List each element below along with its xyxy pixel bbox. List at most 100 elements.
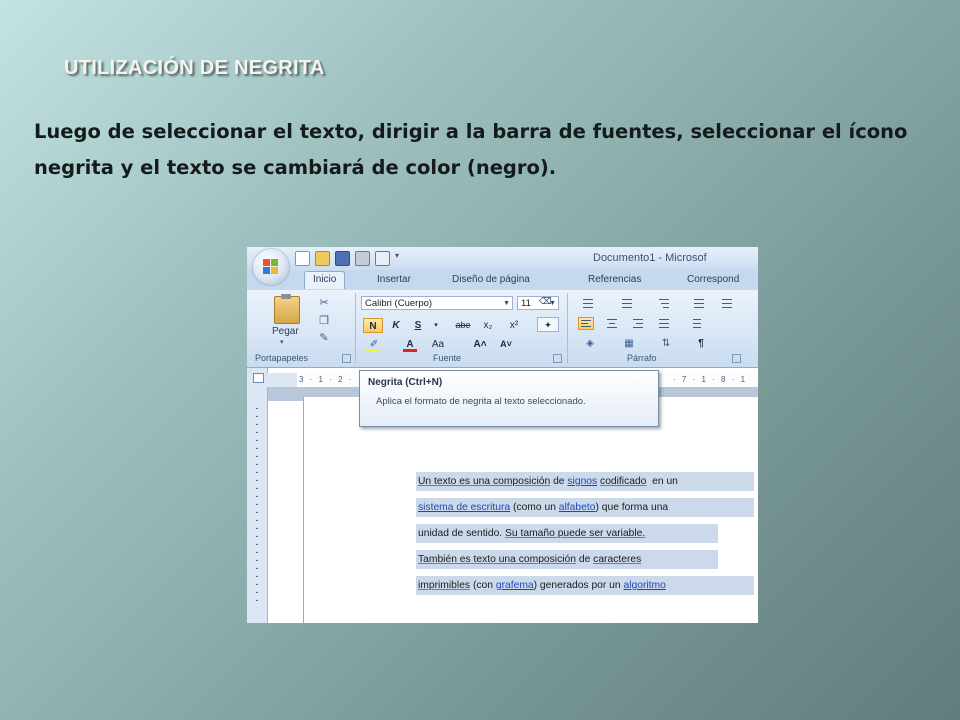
tab-selector-icon[interactable]: [253, 373, 264, 383]
print-icon[interactable]: [355, 251, 370, 266]
shrink-font-button[interactable]: A˅: [495, 337, 517, 352]
bold-button[interactable]: N: [363, 318, 383, 333]
text-run: ) que forma una: [595, 502, 669, 513]
shading-icon[interactable]: ◈: [580, 336, 600, 351]
increase-indent-icon[interactable]: [719, 296, 735, 309]
text-run: imprimibles: [418, 580, 471, 591]
align-right-icon[interactable]: [630, 317, 646, 330]
italic-button[interactable]: K: [387, 318, 405, 333]
font-color-icon[interactable]: A: [401, 337, 419, 352]
font-size-value: 11: [521, 298, 531, 309]
document-text-line[interactable]: sistema de escritura (como un alfabeto) …: [416, 498, 754, 517]
paste-button-label[interactable]: Pegar: [272, 326, 299, 337]
text-run: en un: [646, 476, 678, 487]
vertical-ruler: [247, 368, 268, 623]
text-run: caracteres: [593, 554, 642, 565]
document-text-line[interactable]: unidad de sentido. Su tamaño puede ser v…: [416, 524, 718, 543]
text-run: de: [575, 554, 594, 565]
superscript-button[interactable]: x²: [505, 318, 523, 333]
font-name-value: Calibri (Cuerpo): [365, 298, 433, 309]
format-painter-icon[interactable]: ✎: [317, 332, 331, 344]
text-run: Su tamaño puede ser variable.: [505, 528, 646, 539]
print-preview-icon[interactable]: [375, 251, 390, 266]
subscript-button[interactable]: x₂: [479, 318, 497, 333]
hyperlink-text[interactable]: sistema de escritura: [418, 502, 510, 513]
text-run: codificado: [600, 476, 647, 487]
save-icon[interactable]: [335, 251, 350, 266]
bullets-icon[interactable]: [580, 296, 596, 309]
grow-font-button[interactable]: A˄: [469, 337, 491, 352]
decrease-indent-icon[interactable]: [691, 296, 707, 309]
text-run: de: [550, 476, 568, 487]
show-marks-icon[interactable]: ¶: [691, 336, 711, 351]
align-center-icon[interactable]: [604, 317, 620, 330]
document-text-line[interactable]: Un texto es una composición de signos co…: [416, 472, 754, 491]
office-button[interactable]: [253, 249, 289, 285]
text-run: ) generados por un: [533, 580, 624, 591]
strikethrough-button[interactable]: abe: [451, 318, 475, 333]
copy-icon[interactable]: ❐: [317, 315, 331, 327]
group-label-parrafo: Párrafo: [627, 353, 657, 363]
word-screenshot: ▾ Documento1 - Microsof Inicio Insertar …: [247, 247, 758, 623]
font-launcher-icon[interactable]: [553, 354, 562, 363]
slide-body-text: Luego de seleccionar el texto, dirigir a…: [34, 120, 908, 179]
new-document-icon[interactable]: [295, 251, 310, 266]
underline-dropdown-icon[interactable]: ▾: [431, 318, 441, 333]
group-separator: [567, 293, 568, 363]
paste-dropdown-icon[interactable]: ▾: [280, 338, 284, 346]
bold-tooltip: Negrita (Ctrl+N) Aplica el formato de ne…: [359, 370, 659, 427]
highlight-color-icon[interactable]: ✐: [363, 337, 385, 352]
window-title: Documento1 - Microsof: [593, 252, 707, 264]
sort-icon[interactable]: ⇅: [656, 336, 676, 351]
group-separator: [355, 293, 356, 363]
document-text-line[interactable]: También es texto una composición de cara…: [416, 550, 718, 569]
hyperlink-text[interactable]: grafema: [496, 580, 534, 591]
highlight-format-icon[interactable]: ✦: [537, 317, 559, 332]
ribbon: Pegar ▾ ✂ ❐ ✎ Portapapeles Calibri (Cuer…: [247, 290, 758, 368]
tab-referencias[interactable]: Referencias: [588, 274, 641, 285]
font-name-combo[interactable]: Calibri (Cuerpo) ▼: [361, 296, 513, 310]
slide-title: UTILIZACIÓN DE NEGRITA: [64, 57, 325, 79]
chevron-down-icon: ▼: [503, 300, 510, 307]
tab-diseno-de-pagina[interactable]: Diseño de página: [452, 274, 530, 285]
numbering-icon[interactable]: [619, 296, 635, 309]
qat-dropdown-icon[interactable]: ▾: [395, 251, 402, 264]
ribbon-tabs: Inicio Insertar Diseño de página Referen…: [247, 270, 758, 290]
group-label-fuente: Fuente: [433, 353, 462, 363]
justify-icon[interactable]: [656, 317, 672, 330]
open-folder-icon[interactable]: [315, 251, 330, 266]
align-left-icon[interactable]: [578, 317, 594, 330]
line-spacing-icon[interactable]: [687, 317, 703, 330]
multilevel-list-icon[interactable]: [656, 296, 672, 309]
office-logo-icon: [263, 259, 279, 275]
tooltip-title: Negrita (Ctrl+N): [368, 377, 443, 388]
hyperlink-text[interactable]: alfabeto: [559, 502, 596, 513]
hyperlink-text[interactable]: signos: [567, 476, 597, 487]
paste-icon[interactable]: [274, 294, 300, 324]
hyperlink-text[interactable]: algoritmo: [624, 580, 666, 591]
text-run: También es texto una composición: [418, 554, 576, 565]
change-case-button[interactable]: Aa: [427, 337, 449, 352]
text-run: (con: [470, 580, 496, 591]
title-bar: ▾ Documento1 - Microsof: [247, 247, 758, 270]
borders-icon[interactable]: ▦: [619, 336, 639, 351]
tooltip-description: Aplica el formato de negrita al texto se…: [376, 396, 586, 407]
tab-inicio[interactable]: Inicio: [304, 271, 346, 289]
ruler-ticks-left: 3 · 1 · 2 ·: [299, 375, 354, 384]
ruler-ticks-right: · 7 · 1 · 8 · 1: [673, 375, 748, 384]
underline-button[interactable]: S: [409, 318, 427, 333]
paragraph-launcher-icon[interactable]: [732, 354, 741, 363]
tab-insertar[interactable]: Insertar: [377, 274, 411, 285]
group-label-portapapeles: Portapapeles: [255, 353, 309, 363]
font-size-combo[interactable]: 11 ▼: [517, 296, 559, 310]
vertical-ruler-ticks: [256, 408, 258, 608]
text-run: (como un: [510, 502, 559, 513]
cut-icon[interactable]: ✂: [317, 297, 331, 309]
document-text-line[interactable]: imprimibles (con grafema) generados por …: [416, 576, 754, 595]
clipboard-launcher-icon[interactable]: [342, 354, 351, 363]
clear-format-icon[interactable]: ⌫: [539, 296, 552, 307]
tab-correspondencia[interactable]: Correspond: [687, 274, 739, 285]
quick-access-toolbar: ▾: [295, 251, 402, 266]
text-run: unidad de sentido.: [418, 528, 506, 539]
text-run: Un texto es una composición: [418, 476, 551, 487]
